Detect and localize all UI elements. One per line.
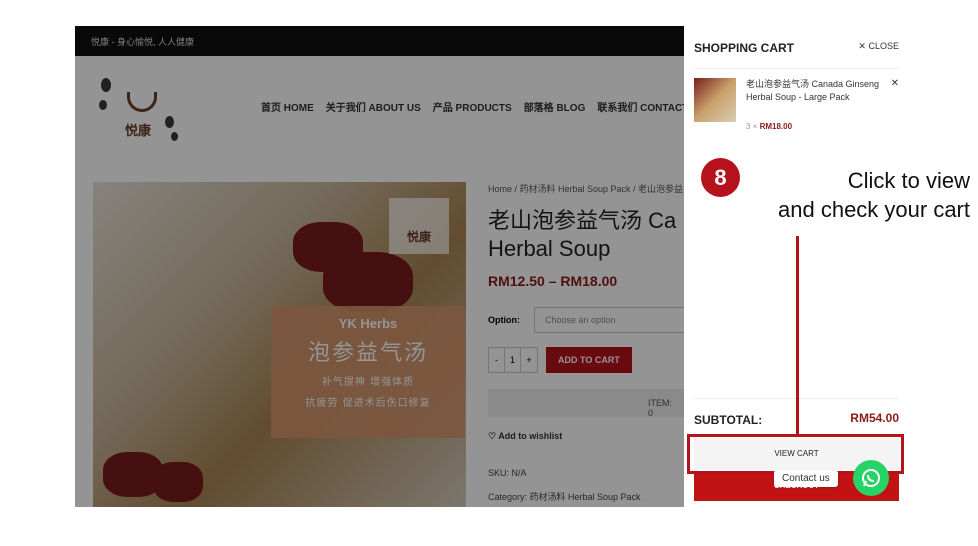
remove-item-icon[interactable]: ✕ [891,78,899,89]
cart-item: 老山泡参益气汤 Canada Ginseng Herbal Soup - Lar… [694,78,899,138]
close-icon: ✕ [858,41,866,51]
page-dim-overlay[interactable] [75,26,684,507]
cart-close-button[interactable]: ✕ CLOSE [858,41,899,52]
cart-item-name[interactable]: 老山泡参益气汤 Canada Ginseng Herbal Soup - Lar… [746,78,886,104]
annotation-callout: Click to view and check your cart [700,166,970,224]
cart-header: SHOPPING CART ✕ CLOSE [694,39,899,69]
annotation-line2: and check your cart [778,197,970,222]
whatsapp-icon [862,469,880,487]
cart-close-label: CLOSE [868,41,899,51]
step-number-badge: 8 [701,158,740,197]
whatsapp-button[interactable] [853,460,889,496]
cart-item-thumbnail[interactable] [694,78,736,122]
cart-item-price: 3 × RM18.00 [746,122,792,131]
cart-item-qty: 3 × [746,122,758,131]
cart-title: SHOPPING CART [694,41,795,55]
cart-item-amount: RM18.00 [759,122,793,131]
subtotal-value: RM54.00 [850,411,899,425]
annotation-line1: Click to view [847,168,970,193]
subtotal-label: SUBTOTAL: [694,413,763,427]
whatsapp-tooltip[interactable]: Contact us [774,470,838,487]
annotation-pointer-line [796,236,799,434]
